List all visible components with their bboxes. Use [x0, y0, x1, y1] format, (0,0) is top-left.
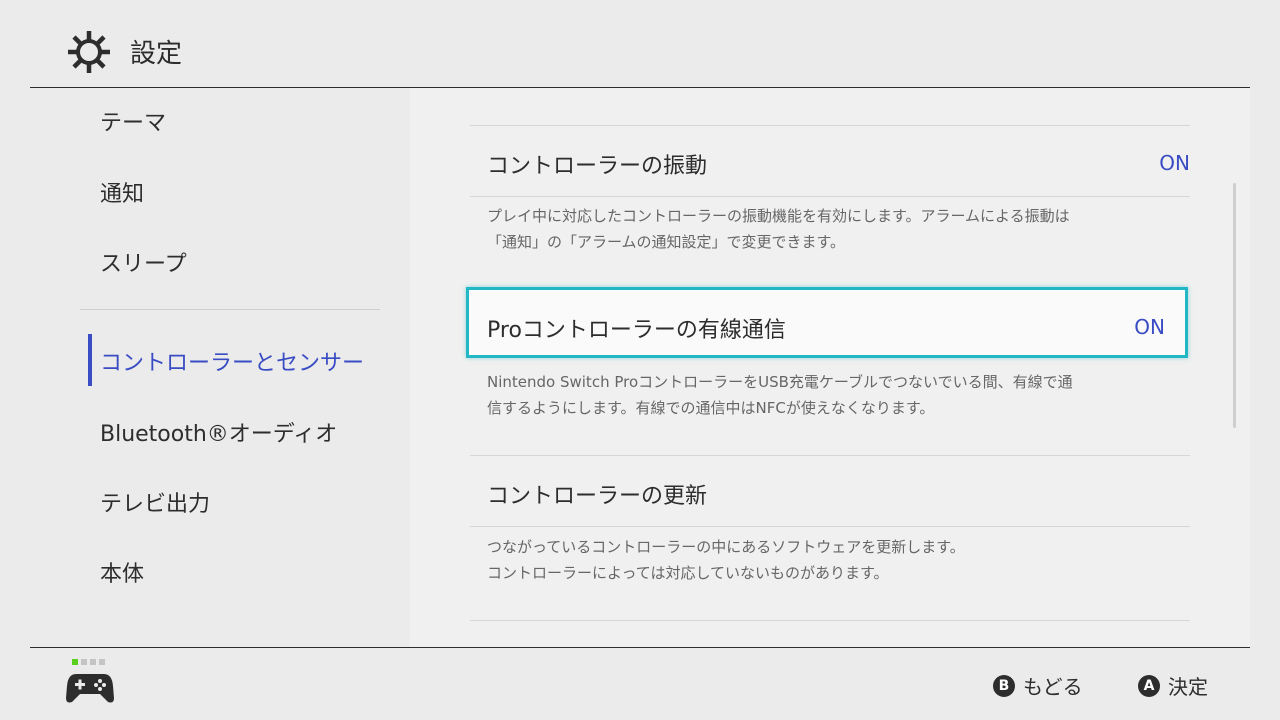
active-indicator [88, 334, 92, 386]
b-button-icon: B [993, 674, 1015, 697]
a-button-icon: A [1138, 674, 1160, 697]
sidebar-item-tv-output[interactable]: テレビ出力 [100, 486, 210, 518]
settings-panel: コントローラーの振動 ON プレイ中に対応したコントローラーの振動機能を有効にし… [410, 88, 1250, 647]
player-dot [81, 659, 87, 665]
sidebar-item-bluetooth-audio[interactable]: Bluetooth®オーディオ [100, 416, 337, 448]
sidebar-item-notifications[interactable]: 通知 [100, 176, 144, 208]
sidebar-item-theme[interactable]: テーマ [100, 105, 166, 137]
player-dot [99, 659, 105, 665]
player-dot [72, 659, 78, 665]
divider [470, 455, 1190, 456]
back-button[interactable]: B もどる [993, 671, 1083, 700]
page-title: 設定 [130, 39, 183, 69]
setting-label: コントローラーの振動 [487, 154, 708, 179]
footer: B もどる A 決定 [0, 648, 1280, 720]
player-dot [90, 659, 96, 665]
setting-description: プレイ中に対応したコントローラーの振動機能を有効にします。アラームによる振動は … [487, 207, 1070, 251]
setting-description: Nintendo Switch ProコントローラーをUSB充電ケーブルでつない… [487, 373, 1073, 417]
setting-value: ON [1134, 315, 1165, 339]
divider [470, 196, 1190, 197]
setting-description: つながっているコントローラーの中にあるソフトウェアを更新します。 コントローラー… [487, 538, 965, 582]
divider [470, 526, 1190, 527]
confirm-button[interactable]: A 決定 [1138, 671, 1208, 700]
player-indicator [72, 659, 105, 665]
sidebar-item-sleep[interactable]: スリープ [100, 246, 187, 278]
setting-label: Proコントローラーの有線通信 [487, 318, 786, 343]
setting-row-pro-wired[interactable]: Proコントローラーの有線通信 ON [466, 287, 1188, 358]
sidebar-item-system[interactable]: 本体 [100, 556, 144, 588]
gamepad-icon [66, 674, 114, 703]
setting-value: ON [1159, 151, 1190, 175]
confirm-label: 決定 [1168, 675, 1208, 699]
sidebar: テーマ 通知 スリープ コントローラーとセンサー Bluetooth®オーディオ… [30, 88, 410, 647]
divider [470, 620, 1190, 621]
header: 設定 [0, 0, 1280, 88]
scrollbar[interactable] [1233, 183, 1236, 428]
gear-icon [68, 31, 110, 73]
divider [470, 125, 1190, 126]
setting-label: コントローラーの更新 [487, 484, 708, 509]
sidebar-item-controllers[interactable]: コントローラーとセンサー [100, 345, 364, 377]
sidebar-divider [80, 309, 380, 310]
back-label: もどる [1023, 675, 1083, 699]
